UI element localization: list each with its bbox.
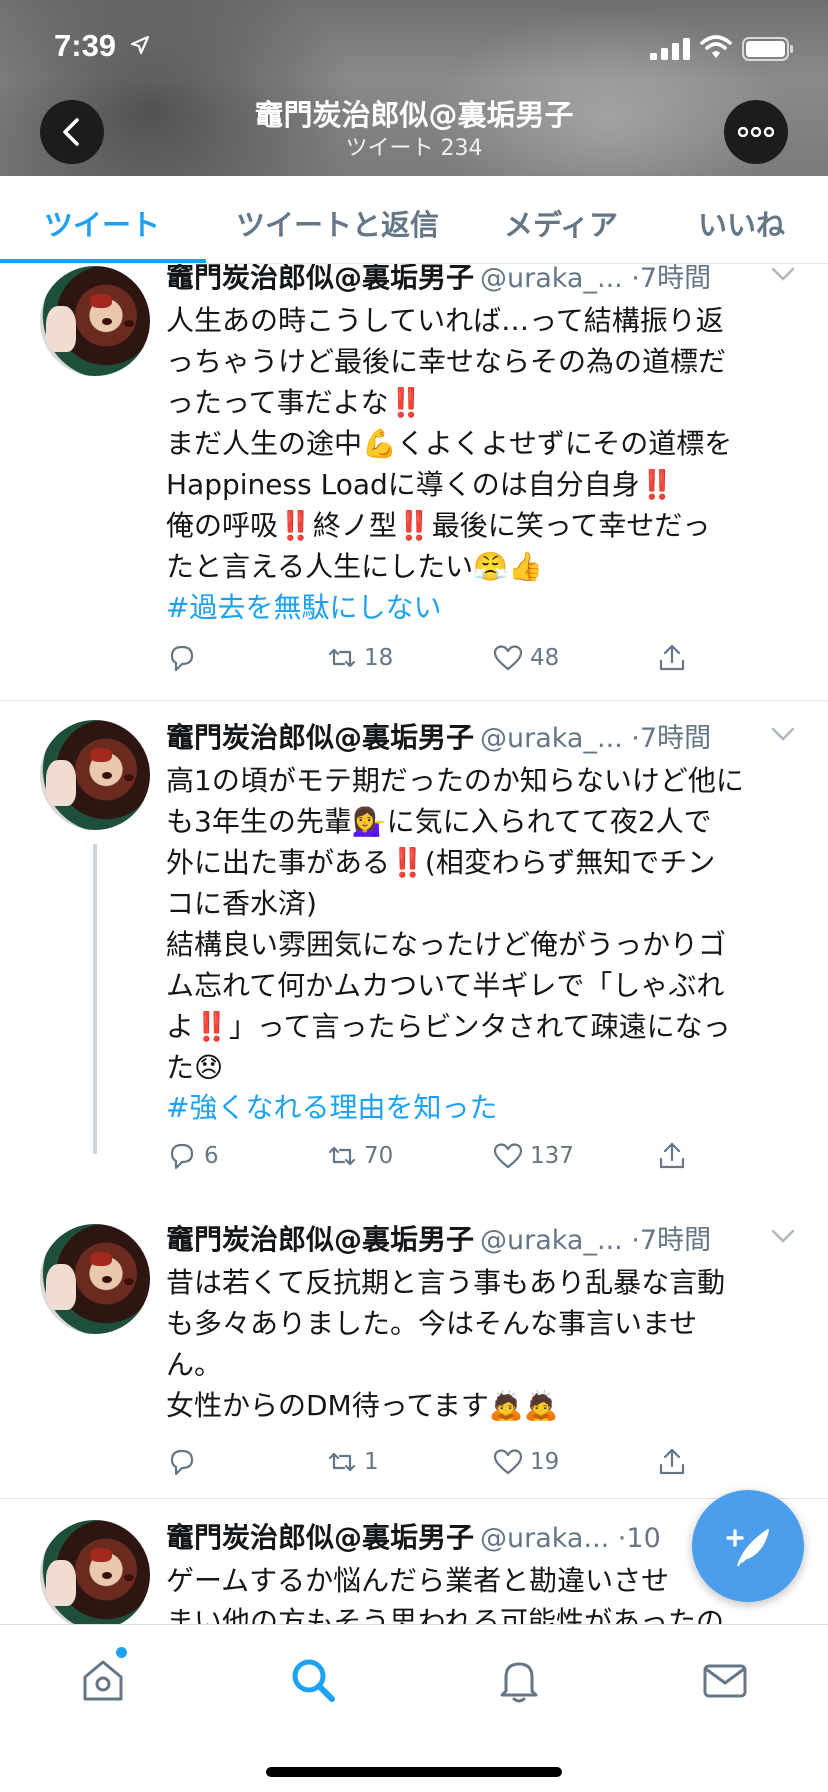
share-icon (659, 644, 685, 671)
tweet-divider (0, 700, 828, 701)
tweet-handle-time: @uraka_... ·7時間 (480, 264, 712, 294)
reply-icon (170, 1143, 194, 1170)
heart-icon (493, 1449, 523, 1475)
tweet-actions: 1 19 (166, 1442, 706, 1482)
more-dots-icon (738, 127, 774, 137)
more-button[interactable] (724, 100, 788, 164)
tweet-divider (0, 1498, 828, 1499)
tweet-handle-time: @uraka... ·10 (480, 1523, 661, 1554)
reply-button[interactable] (166, 1442, 204, 1482)
bell-icon[interactable] (494, 1655, 544, 1705)
tweet[interactable]: 竈門炭治郎似@裏垢男子 @uraka_... ·7時間 高1の頃がモテ期だったのか… (0, 720, 828, 1220)
status-bar: 7:39 (0, 0, 828, 100)
compose-tweet-button[interactable] (692, 1490, 804, 1602)
wifi-icon (700, 35, 732, 58)
tweet-hashtag[interactable]: #強くなれる理由を知った (166, 1086, 497, 1126)
tweet-header: 竈門炭治郎似@裏垢男子 @uraka_... ·7時間 (166, 1218, 796, 1258)
tweet-timeline: 竈門炭治郎似@裏垢男子 @uraka_... ·7時間 人生あの時こうしていれば…… (0, 264, 828, 1624)
share-icon (659, 1142, 685, 1169)
tweet-count: ツイート 234 (345, 136, 483, 161)
tab-media[interactable]: メディア (504, 202, 618, 244)
tab-tweets-and-replies[interactable]: ツイートと返信 (236, 202, 439, 244)
like-button[interactable]: 19 (492, 1442, 559, 1482)
tweet[interactable]: 竈門炭治郎似@裏垢男子 @uraka_... ·7時間 人生あの時こうしていれば…… (0, 264, 828, 688)
tweet-actions: 18 48 (166, 638, 706, 678)
tweet-author-name[interactable]: 竈門炭治郎似@裏垢男子 (166, 264, 474, 294)
active-tab-indicator (0, 259, 206, 263)
avatar[interactable] (40, 720, 150, 830)
avatar[interactable] (40, 1224, 150, 1334)
tweet-text: 昔は若くて反抗期と言う事もあり乱暴な言動 も多々ありました。今はそんな事言いませ… (166, 1266, 726, 1422)
share-icon (659, 1448, 685, 1475)
tweet-header: 竈門炭治郎似@裏垢男子 @uraka_... ·7時間 (166, 716, 796, 756)
home-icon[interactable] (78, 1655, 128, 1705)
heart-icon (493, 645, 523, 671)
reply-button[interactable] (166, 638, 204, 678)
mail-icon[interactable] (700, 1655, 750, 1705)
tab-likes[interactable]: いいね (698, 202, 785, 244)
tweet-text: 高1の頃がモテ期だったのか知らないけど他に も3年生の先輩💁‍♀️に気に入られて… (166, 764, 744, 1084)
compose-tweet-icon (726, 1529, 769, 1567)
tweet-text: 人生あの時こうしていれば…って結構振り返 っちゃうけど最後に幸せならその為の道標… (166, 304, 733, 583)
retweet-button[interactable]: 1 (326, 1442, 379, 1482)
reply-icon (170, 645, 194, 672)
chevron-down-icon[interactable] (770, 1228, 796, 1244)
chevron-down-icon[interactable] (770, 726, 796, 742)
chevron-down-icon[interactable] (770, 266, 796, 282)
tweet-header: 竈門炭治郎似@裏垢男子 @uraka_... ·7時間 (166, 264, 796, 296)
share-button[interactable] (656, 1136, 688, 1176)
retweet-icon (328, 1452, 356, 1472)
retweet-button[interactable]: 18 (326, 638, 393, 678)
search-icon[interactable] (288, 1655, 338, 1705)
like-button[interactable]: 137 (492, 1136, 574, 1176)
battery-icon (742, 37, 793, 61)
avatar[interactable] (40, 266, 150, 376)
profile-tabs: ツイート ツイートと返信 メディア いいね (0, 176, 828, 264)
status-time: 7:39 (54, 28, 117, 63)
tweet-actions: 6 70 137 (166, 1136, 706, 1176)
tweet-hashtag[interactable]: #過去を無駄にしない (166, 586, 441, 626)
tweet-author-name[interactable]: 竈門炭治郎似@裏垢男子 (166, 1521, 474, 1554)
tweet-handle-time: @uraka_... ·7時間 (480, 1225, 712, 1256)
retweet-icon (328, 1146, 356, 1166)
avatar[interactable] (40, 1520, 150, 1624)
retweet-button[interactable]: 70 (326, 1136, 393, 1176)
reply-button[interactable]: 6 (166, 1136, 219, 1176)
tweet-handle-time: @uraka_... ·7時間 (480, 723, 712, 754)
tab-tweets[interactable]: ツイート (44, 202, 160, 244)
share-button[interactable] (656, 1442, 688, 1482)
profile-header: 7:39 竈門炭治郎似@裏垢男子 ツイート 234 (0, 0, 828, 176)
tweet-text: ゲームするか悩んだら業者と勘違いさせ まい他の方もそう思われる可能性があったの (166, 1564, 725, 1624)
retweet-icon (328, 648, 356, 668)
bottom-navigation (0, 1624, 828, 1792)
home-indicator (266, 1767, 562, 1777)
heart-icon (493, 1143, 523, 1169)
tweet-author-name[interactable]: 竈門炭治郎似@裏垢男子 (166, 1223, 474, 1256)
location-arrow-icon (130, 35, 150, 55)
reply-icon (170, 1449, 194, 1476)
tweet[interactable]: 竈門炭治郎似@裏垢男子 @uraka_... ·7時間 昔は若くて反抗期と言う事も… (0, 1223, 828, 1476)
cellular-signal-icon (650, 38, 690, 60)
tweet-author-name[interactable]: 竈門炭治郎似@裏垢男子 (166, 721, 474, 754)
share-button[interactable] (656, 638, 688, 678)
profile-name: 竈門炭治郎似@裏垢男子 (254, 98, 574, 132)
like-button[interactable]: 48 (492, 638, 559, 678)
notification-dot (116, 1647, 127, 1658)
